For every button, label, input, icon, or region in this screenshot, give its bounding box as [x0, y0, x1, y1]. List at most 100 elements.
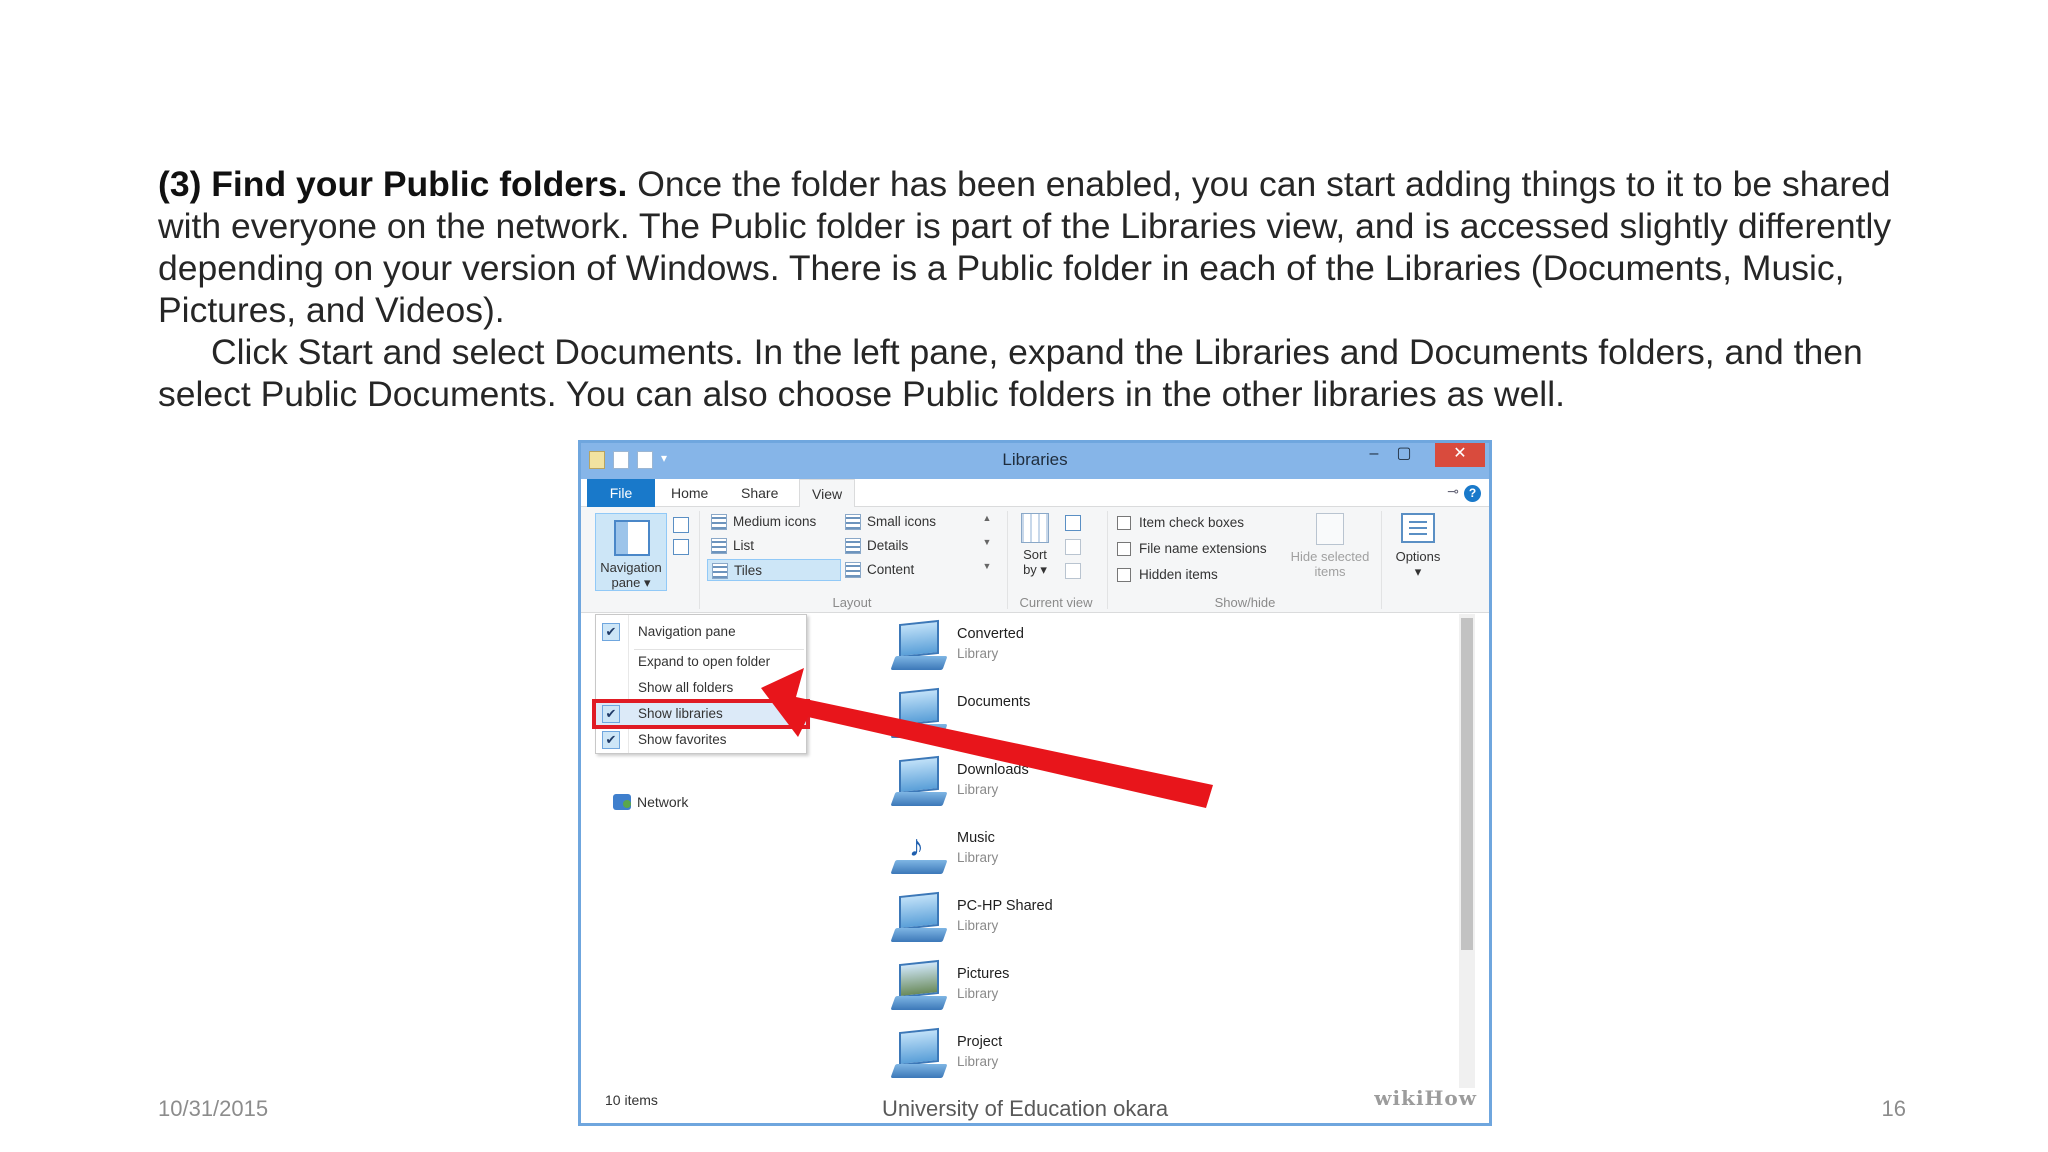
layout-small-icons[interactable]: Small icons [841, 511, 975, 533]
scrollbar-thumb[interactable] [1461, 618, 1473, 950]
checkbox-label: File name extensions [1139, 541, 1267, 556]
ribbon-separator [699, 511, 700, 609]
file-list: Converted Library Documents Downloads Li… [881, 614, 1481, 1096]
menu-item-label: Show all folders [638, 680, 734, 695]
layout-scroll-down-icon[interactable]: ▼ [981, 537, 993, 547]
navigation-pane-menu: ✔ Navigation pane Expand to open folder S… [592, 614, 810, 754]
library-icon [890, 619, 948, 672]
layout-item-label: Tiles [734, 563, 763, 578]
options-button[interactable]: Options ▾ [1387, 513, 1449, 579]
library-item-music[interactable]: ♪ Music Library [890, 822, 1193, 882]
layout-content[interactable]: Content [841, 559, 975, 581]
library-name: Music [957, 830, 995, 846]
library-name: Converted [957, 626, 1024, 642]
pin-ribbon-icon[interactable]: ⊸ [1447, 483, 1459, 500]
size-columns-icon[interactable] [1065, 563, 1081, 579]
options-icon [1401, 513, 1435, 543]
library-name: PC-HP Shared [957, 898, 1053, 914]
medium-icons-icon [711, 514, 727, 530]
checkbox[interactable] [1117, 568, 1131, 582]
navigation-pane: Network ✔ Navigation pane Expand to open … [581, 614, 881, 1094]
library-name: Project [957, 1034, 1003, 1050]
tab-home[interactable]: Home [659, 479, 720, 507]
music-library-icon: ♪ [890, 826, 948, 876]
network-icon [613, 794, 631, 810]
layout-scroll-up-icon[interactable]: ▲ [981, 513, 993, 523]
file-name-extensions-toggle[interactable]: File name extensions [1115, 539, 1267, 559]
tab-share[interactable]: Share [729, 479, 790, 507]
title-bar: ▾ Libraries – ▢ ✕ [581, 443, 1489, 479]
add-columns-icon[interactable] [1065, 539, 1081, 555]
layout-item-label: Details [867, 538, 909, 553]
library-item-documents[interactable]: Documents [890, 686, 1193, 746]
options-caret: ▾ [1414, 564, 1422, 579]
ribbon-separator [1381, 511, 1382, 609]
content-icon [845, 562, 861, 578]
preview-pane-icon[interactable] [673, 517, 689, 533]
layout-medium-icons[interactable]: Medium icons [707, 511, 835, 533]
minimize-button[interactable]: – [1359, 443, 1389, 467]
library-type: Library [957, 646, 999, 661]
layout-expand-icon[interactable]: ▼ [981, 561, 993, 571]
library-type: Library [957, 1054, 999, 1069]
check-icon: ✔ [602, 623, 620, 641]
navigation-pane-button[interactable]: Navigation pane ▾ [595, 513, 667, 591]
library-item-project[interactable]: Project Library [890, 1026, 1193, 1086]
library-item-converted[interactable]: Converted Library [890, 618, 1193, 678]
library-item-pc-hp-shared[interactable]: PC-HP Shared Library [890, 890, 1193, 950]
hide-selected-label-2: items [1314, 564, 1346, 579]
slide-body: (3) Find your Public folders. Once the f… [158, 163, 1918, 415]
library-type: Library [957, 918, 999, 933]
paragraph-1: (3) Find your Public folders. Once the f… [158, 163, 1918, 331]
sort-by-button[interactable]: Sort by ▾ [1015, 513, 1055, 577]
menu-item-label: Show libraries [638, 706, 723, 721]
library-item-downloads[interactable]: Downloads Library [890, 754, 1193, 814]
navigation-pane-caret: pane ▾ [611, 575, 651, 590]
tab-view[interactable]: View [799, 479, 856, 507]
ribbon: Navigation pane ▾ Medium icons List Tile… [581, 507, 1489, 613]
hidden-items-toggle[interactable]: Hidden items [1115, 565, 1218, 585]
details-pane-icon[interactable] [673, 539, 689, 555]
library-name: Documents [957, 694, 1031, 710]
checkbox-label: Hidden items [1139, 567, 1218, 582]
close-button[interactable]: ✕ [1435, 443, 1485, 467]
menu-item-expand-to-open-folder[interactable]: Expand to open folder [596, 649, 806, 675]
layout-list[interactable]: List [707, 535, 835, 557]
tab-file[interactable]: File [587, 479, 655, 507]
footer-date: 10/31/2015 [158, 1096, 269, 1121]
library-type: Library [957, 986, 999, 1001]
library-icon [890, 687, 948, 740]
layout-item-label: Small icons [867, 514, 937, 529]
item-check-boxes-toggle[interactable]: Item check boxes [1115, 513, 1244, 533]
content-area: Network ✔ Navigation pane Expand to open … [581, 614, 1489, 1096]
layout-item-label: List [733, 538, 755, 553]
layout-tiles[interactable]: Tiles [707, 559, 841, 581]
group-by-icon[interactable] [1065, 515, 1081, 531]
window-title: Libraries [1002, 450, 1068, 469]
layout-item-label: Medium icons [733, 514, 817, 529]
hide-selected-items-button[interactable]: Hide selected items [1287, 513, 1373, 579]
checkbox[interactable] [1117, 542, 1131, 556]
checkbox[interactable] [1117, 516, 1131, 530]
menu-item-label: Show favorites [638, 732, 727, 747]
checkbox-label: Item check boxes [1139, 515, 1245, 530]
hide-selected-icon [1316, 513, 1344, 545]
library-type: Library [957, 850, 999, 865]
menu-item-label: Navigation pane [638, 624, 736, 639]
menu-item-show-libraries[interactable]: ✔ Show libraries [592, 699, 810, 729]
layout-details[interactable]: Details [841, 535, 975, 557]
vertical-scrollbar[interactable]: ⌄ [1459, 614, 1475, 1096]
item-count: 10 items [605, 1092, 658, 1108]
help-icon[interactable]: ? [1464, 485, 1481, 502]
nav-item-label: Network [637, 794, 689, 810]
current-view-group-label: Current view [1019, 595, 1093, 610]
library-name: Downloads [957, 762, 1029, 778]
maximize-button[interactable]: ▢ [1389, 443, 1419, 467]
sort-by-label: Sort [1023, 547, 1047, 562]
library-item-pictures[interactable]: Pictures Library [890, 958, 1193, 1018]
menu-item-show-all-folders[interactable]: Show all folders [596, 675, 806, 701]
menu-item-show-favorites[interactable]: ✔ Show favorites [596, 727, 806, 753]
menu-item-navigation-pane[interactable]: ✔ Navigation pane [596, 619, 806, 645]
library-icon [890, 891, 948, 944]
nav-item-network[interactable]: Network [613, 794, 688, 810]
